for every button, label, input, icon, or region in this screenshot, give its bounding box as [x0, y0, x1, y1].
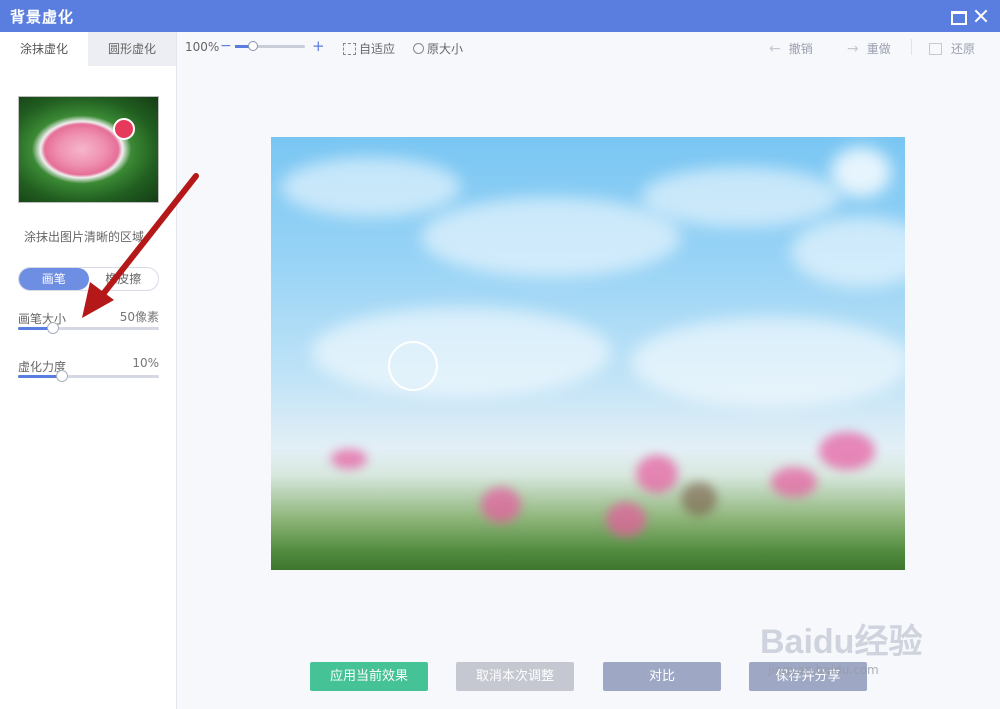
maximize-icon[interactable] [949, 7, 967, 25]
thumbnail-brush-marker [113, 118, 135, 140]
zoom-handle[interactable] [247, 41, 258, 51]
flower-blur [819, 432, 875, 470]
cloud-shape [311, 307, 611, 397]
blur-strength-row: 虚化力度 10% [18, 356, 159, 382]
zoom-out-button[interactable]: − [220, 38, 232, 54]
cloud-shape [631, 317, 905, 407]
watermark-text: Baidu经验 [760, 623, 923, 661]
watermark-url: jingyan.baidu.com [768, 663, 879, 677]
hint-text: 涂抹出图片清晰的区域 [24, 230, 145, 244]
redo-label: 重做 [866, 42, 891, 56]
cloud-shape [421, 197, 681, 277]
tab-circle-blur[interactable]: 圆形虚化 [88, 32, 176, 66]
blur-strength-slider[interactable] [18, 370, 159, 382]
redo-arrow-icon: → [847, 40, 859, 57]
brush-size-value: 50像素 [119, 310, 159, 324]
zoom-slider[interactable] [235, 41, 305, 51]
undo-arrow-icon: ← [769, 40, 781, 57]
redo-button[interactable]: → 重做 [847, 40, 891, 57]
fit-button[interactable]: 自适应 [343, 40, 395, 57]
editing-canvas[interactable] [271, 137, 905, 570]
undo-button[interactable]: ← 撤销 [769, 40, 813, 57]
window-title: 背景虚化 [10, 7, 75, 26]
brush-tool-button[interactable]: 画笔 [19, 268, 89, 290]
restore-button[interactable]: 还原 [929, 40, 975, 57]
brush-size-handle[interactable] [47, 322, 60, 334]
compare-button[interactable]: 对比 [603, 662, 721, 691]
cancel-adjustment-button[interactable]: 取消本次调整 [456, 662, 574, 691]
undo-label: 撤销 [788, 42, 813, 56]
tab-smear-blur[interactable]: 涂抹虚化 [0, 32, 88, 66]
magnifier-icon [413, 43, 424, 54]
apply-effect-button[interactable]: 应用当前效果 [310, 662, 428, 691]
brush-size-label: 画笔大小 [18, 312, 67, 326]
flower-blur [636, 455, 678, 493]
sun-glow [831, 147, 891, 197]
brush-size-row: 画笔大小 50像素 [18, 308, 159, 334]
brush-cursor [388, 341, 438, 391]
flower-blur [681, 482, 717, 516]
image-icon [929, 42, 942, 55]
toolbar: 100% − + 自适应 原大小 ← 撤销 → 重做 还原 [177, 32, 1000, 62]
flower-blur [606, 502, 646, 537]
baidu-watermark: Baidu经验 jingyan.baidu.com [760, 600, 960, 680]
fit-label: 自适应 [359, 42, 396, 56]
toolbar-divider [911, 39, 912, 55]
cloud-shape [791, 217, 905, 287]
mode-tabs: 涂抹虚化 圆形虚化 [0, 32, 176, 66]
zoom-in-button[interactable]: + [312, 37, 325, 55]
brush-size-slider[interactable] [18, 322, 159, 334]
restore-label: 还原 [951, 42, 976, 56]
eraser-tool-button[interactable]: 橡皮擦 [89, 268, 159, 290]
blur-strength-handle[interactable] [55, 370, 68, 382]
blur-strength-value: 10% [132, 356, 159, 370]
zoom-value: 100% [185, 40, 220, 54]
cloud-shape [641, 167, 841, 227]
close-icon[interactable] [972, 7, 990, 25]
preview-thumbnail [18, 96, 159, 203]
flower-blur [331, 449, 367, 469]
title-bar: 背景虚化 [0, 0, 1000, 32]
left-panel: 涂抹虚化 圆形虚化 涂抹出图片清晰的区域 画笔 橡皮擦 画笔大小 50像素 虚化… [0, 32, 177, 709]
cloud-shape [281, 157, 461, 217]
tool-toggle: 画笔 橡皮擦 [18, 267, 159, 291]
fit-icon [343, 42, 356, 55]
original-size-label: 原大小 [427, 42, 464, 56]
flower-blur [771, 467, 817, 497]
original-size-button[interactable]: 原大小 [413, 40, 463, 57]
flower-blur [481, 487, 521, 523]
